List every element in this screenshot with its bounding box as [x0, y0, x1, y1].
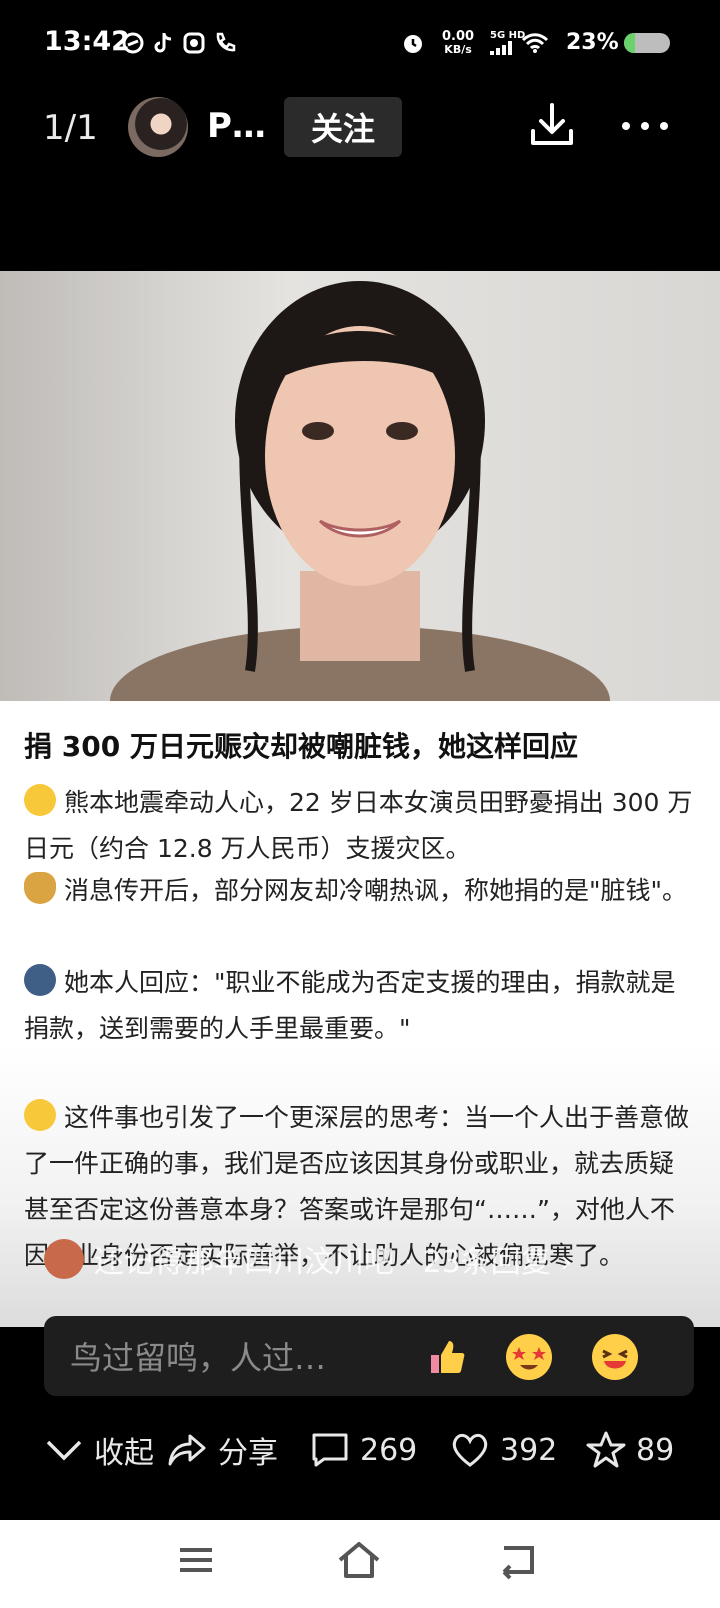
download-icon[interactable]: [528, 101, 576, 149]
author-avatar[interactable]: [128, 97, 188, 157]
share-icon: [168, 1434, 206, 1466]
net-speed: 0.00 KB/s: [442, 29, 475, 56]
thumbs-up-icon[interactable]: [424, 1334, 470, 1380]
tiktok-icon: [150, 30, 176, 56]
page-counter: 1/1: [43, 108, 98, 148]
post-photo[interactable]: [0, 271, 720, 701]
paragraph-2: 消息传开后，部分网友却冷嘲热讽，称她捐的是"脏钱"。: [24, 868, 694, 914]
status-bar: 13:42 0.00 KB/s 5G HD 23%: [0, 0, 720, 90]
cell-signal-icon: [490, 41, 512, 55]
share-button[interactable]: 分享: [166, 1420, 278, 1480]
star-struck-icon[interactable]: [506, 1334, 552, 1380]
money-bag-icon: [24, 872, 56, 904]
comment-icon: [312, 1433, 348, 1467]
speaking-head-icon: [24, 964, 56, 996]
heart-icon: [452, 1433, 488, 1467]
battery-icon: [624, 33, 670, 53]
paragraph-1: 熊本地震牵动人心，22 岁日本女演员田野憂捐出 300 万日元（约合 12.8 …: [24, 780, 694, 872]
comment-input[interactable]: 鸟过留鸣，人过…: [70, 1333, 400, 1379]
app-notification-icon: [120, 30, 146, 56]
star-icon: [586, 1431, 626, 1468]
related-avatar: [44, 1239, 84, 1279]
crying-face-icon: [24, 784, 56, 816]
related-topic-link[interactable]: 还记得那年四川汶川吧 · 23条回复 ›: [44, 1237, 684, 1281]
follow-button[interactable]: 关注: [284, 97, 402, 157]
comment-bar[interactable]: 鸟过留鸣，人过…: [44, 1316, 694, 1396]
wifi-icon: [520, 30, 550, 56]
comments-button[interactable]: 269: [310, 1420, 417, 1480]
favorite-button[interactable]: 89: [586, 1420, 674, 1480]
more-options-icon[interactable]: [620, 118, 670, 132]
like-button[interactable]: 392: [450, 1420, 557, 1480]
thinking-face-icon: [24, 1099, 56, 1131]
system-nav-bar: [0, 1520, 720, 1608]
home-icon[interactable]: [336, 1540, 386, 1586]
collapse-button[interactable]: 收起: [44, 1420, 154, 1480]
battery-level: [624, 33, 635, 53]
battery-percent: 23%: [566, 30, 619, 55]
paragraph-3: 她本人回应："职业不能成为否定支援的理由，捐款就是捐款，送到需要的人手里最重要。…: [24, 960, 694, 1052]
action-bar: 收起 分享 269 392 89: [0, 1420, 720, 1480]
back-icon[interactable]: [498, 1540, 548, 1586]
chevron-down-icon: [46, 1440, 82, 1461]
woman-portrait-image: [110, 281, 610, 701]
camera-notify-icon: [181, 30, 207, 56]
menu-icon[interactable]: [176, 1540, 226, 1586]
post-title: 捐 300 万日元赈灾却被嘲脏钱，她这样回应: [24, 730, 578, 763]
author-name[interactable]: P…: [207, 106, 266, 146]
alarm-icon: [400, 30, 426, 56]
phone-icon: [212, 30, 238, 56]
status-time: 13:42: [44, 26, 130, 57]
laughing-face-icon[interactable]: [592, 1334, 638, 1380]
